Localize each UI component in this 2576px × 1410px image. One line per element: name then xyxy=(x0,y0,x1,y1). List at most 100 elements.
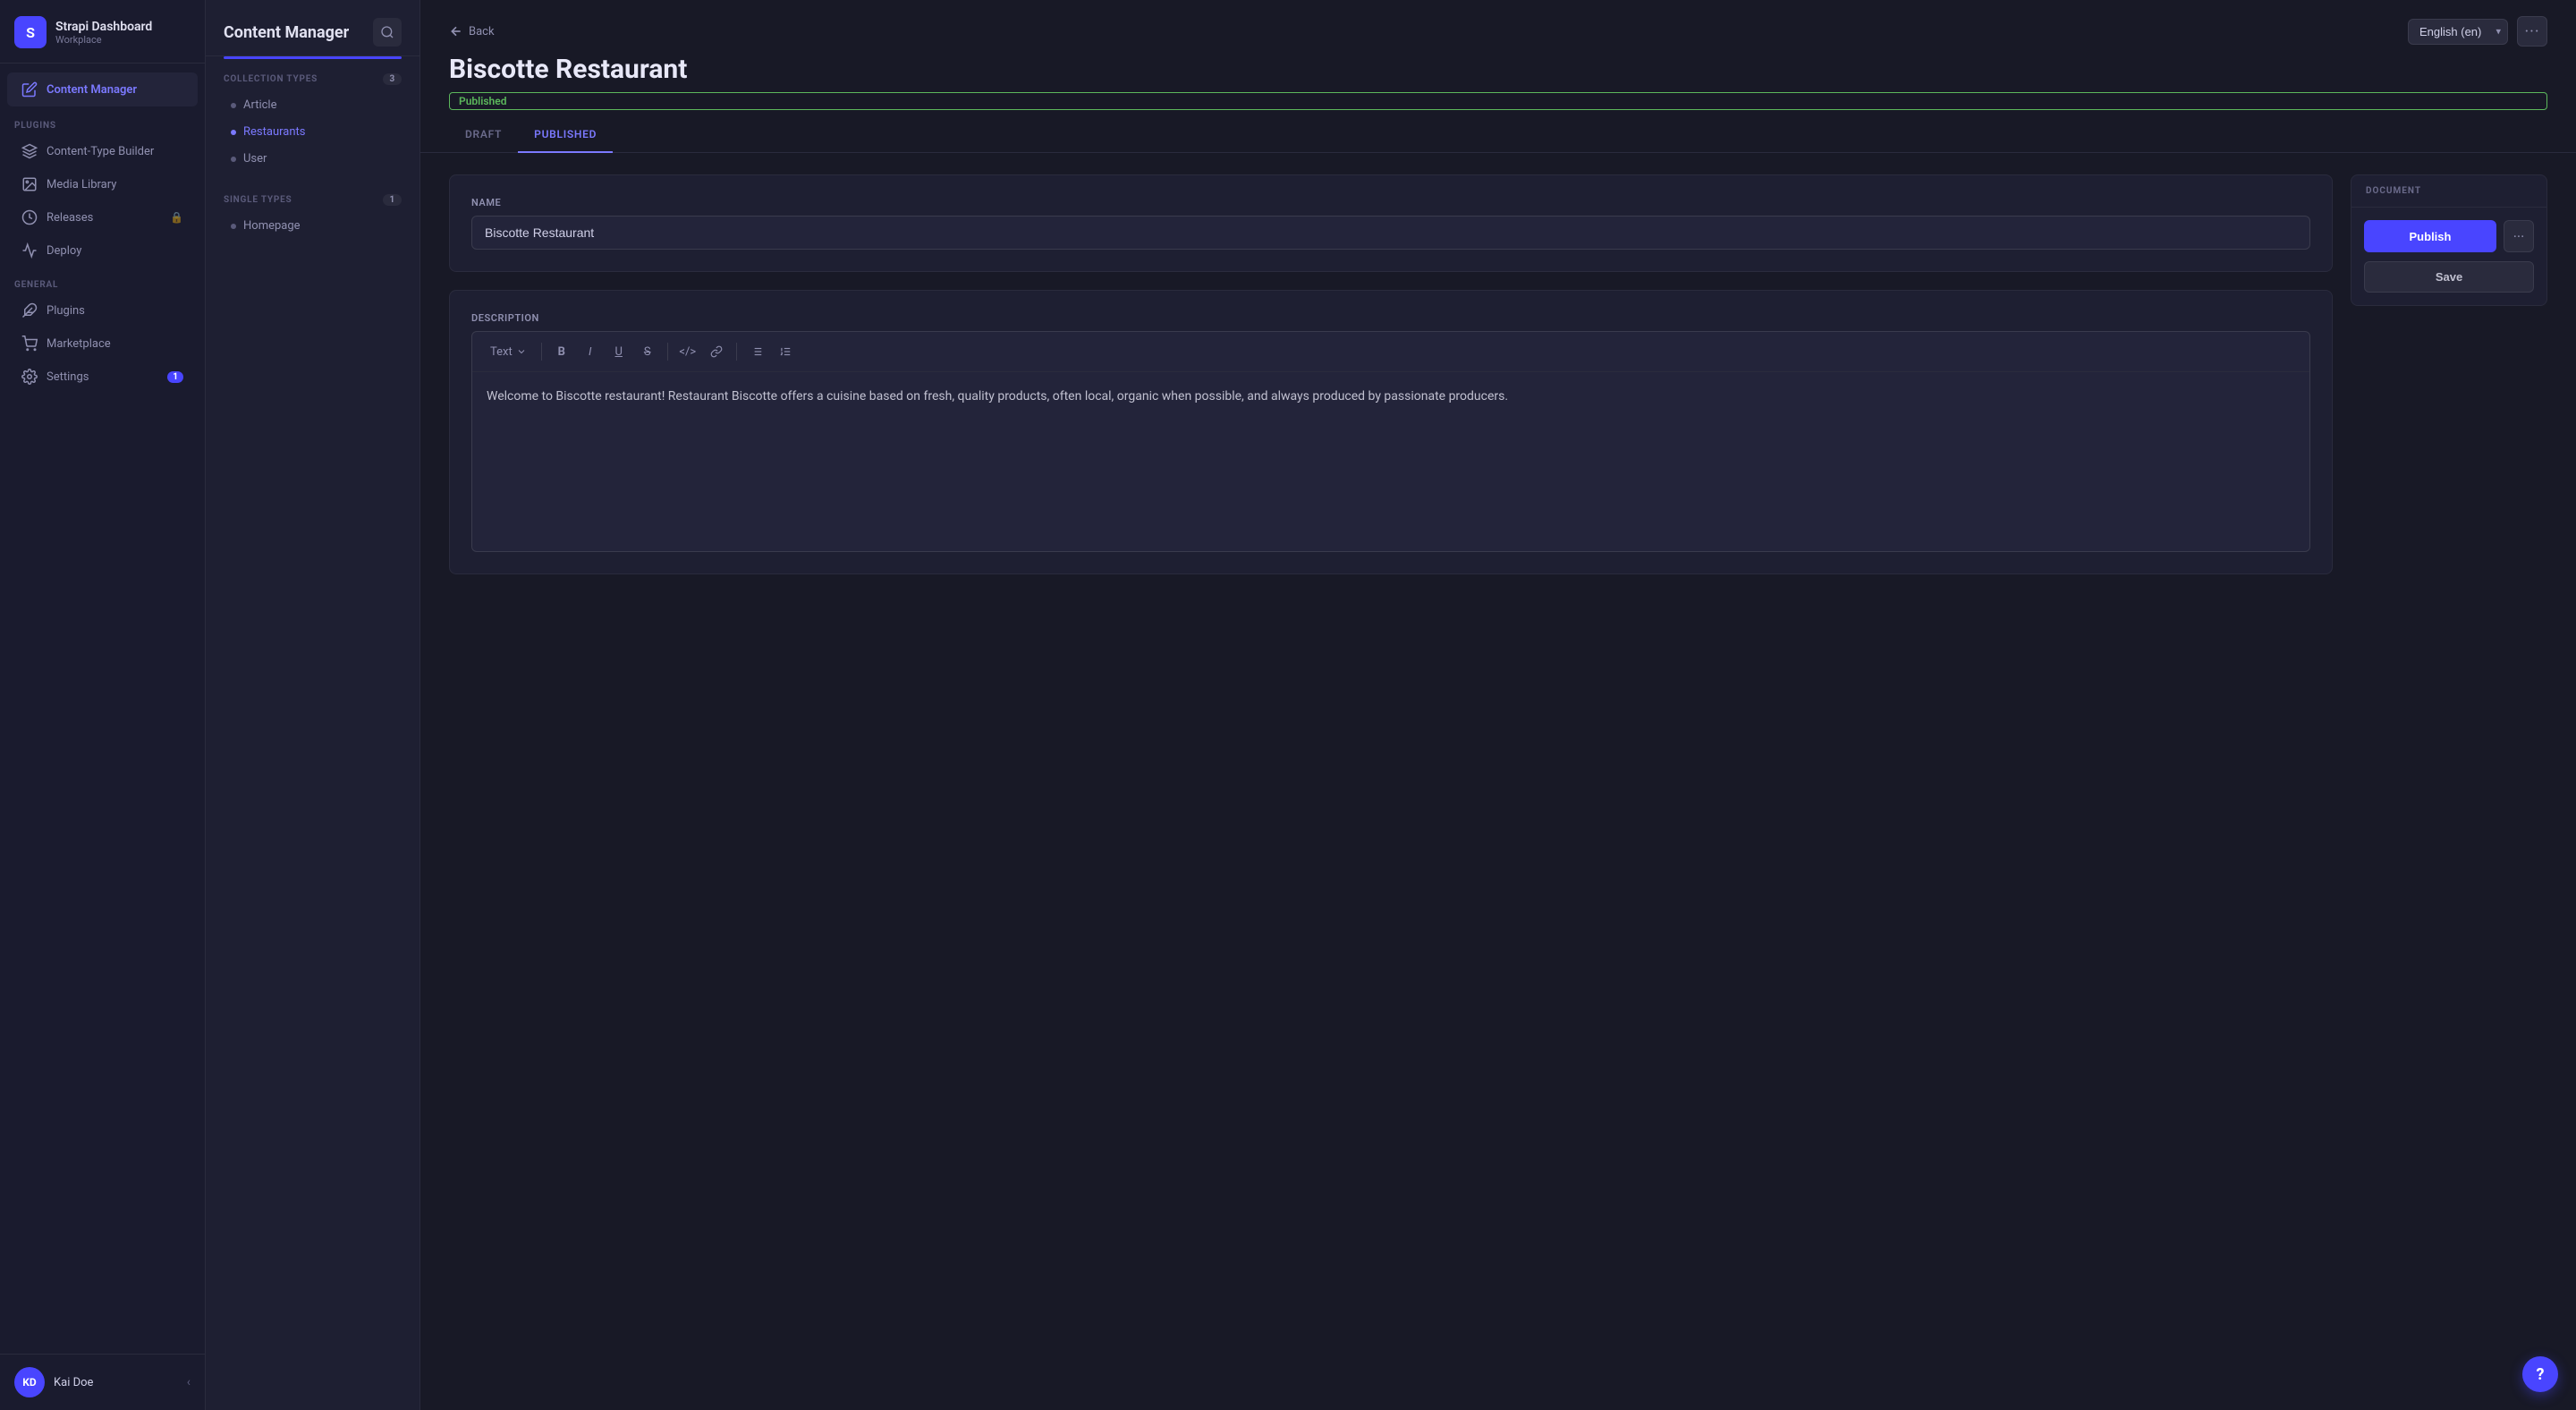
rich-text-editor[interactable]: Text B I U S xyxy=(471,331,2310,552)
document-card: DOCUMENT Publish ··· Save xyxy=(2351,174,2547,306)
sidebar-item-label: Settings xyxy=(47,370,89,384)
content-area: Name Description Text B xyxy=(420,153,2576,1410)
collection-item-homepage[interactable]: Homepage xyxy=(224,213,402,239)
cart-icon xyxy=(21,336,38,352)
description-field-card: Description Text B I xyxy=(449,290,2333,574)
text-format-label: Text xyxy=(490,345,513,359)
page-title: Biscotte Restaurant xyxy=(420,47,2576,85)
more-options-button[interactable]: ··· xyxy=(2517,16,2547,47)
sidebar-item-label: Deploy xyxy=(47,244,81,258)
toolbar-separator xyxy=(541,343,542,361)
code-button[interactable]: </> xyxy=(675,339,700,364)
collection-item-user[interactable]: User xyxy=(224,146,402,172)
document-card-body: Publish ··· Save xyxy=(2351,208,2546,305)
editor-content[interactable]: Welcome to Biscotte restaurant! Restaura… xyxy=(472,372,2309,551)
sidebar-item-content-manager[interactable]: Content Manager xyxy=(7,72,198,106)
back-label: Back xyxy=(469,25,495,38)
deploy-icon xyxy=(21,242,38,259)
sidebar-item-label: Media Library xyxy=(47,178,116,191)
settings-badge: 1 xyxy=(167,371,183,383)
bold-button[interactable]: B xyxy=(549,339,574,364)
main-form: Name Description Text B xyxy=(449,174,2333,1389)
collection-count: 3 xyxy=(383,73,402,85)
publish-button[interactable]: Publish xyxy=(2364,220,2496,252)
topbar-right: English (en) ··· xyxy=(2408,16,2547,47)
unordered-list-button[interactable] xyxy=(744,339,769,364)
link-icon xyxy=(710,345,723,358)
publish-row: Publish ··· xyxy=(2364,220,2534,252)
list-ul-icon xyxy=(750,345,763,358)
sidebar-footer: KD Kai Doe ‹ xyxy=(0,1354,205,1410)
name-field-card: Name xyxy=(449,174,2333,272)
collection-item-restaurants[interactable]: Restaurants xyxy=(224,119,402,145)
single-types-label: SINGLE TYPES 1 xyxy=(224,194,402,206)
dot-icon xyxy=(231,224,236,229)
sidebar-header: S Strapi Dashboard Workplace xyxy=(0,0,205,64)
list-ol-icon xyxy=(779,345,792,358)
lock-icon: 🔒 xyxy=(170,211,183,224)
content-manager-sidebar: Content Manager COLLECTION TYPES 3 Artic… xyxy=(206,0,420,1410)
collapse-sidebar-icon[interactable]: ‹ xyxy=(187,1375,191,1389)
search-button[interactable] xyxy=(373,18,402,47)
description-text: Welcome to Biscotte restaurant! Restaura… xyxy=(487,389,1508,403)
back-button[interactable]: Back xyxy=(449,24,495,38)
dot-icon xyxy=(231,130,236,135)
media-icon xyxy=(21,176,38,192)
settings-icon xyxy=(21,369,38,385)
publish-more-button[interactable]: ··· xyxy=(2504,220,2534,252)
sidebar-item-label: Plugins xyxy=(47,304,85,318)
sidebar-item-marketplace[interactable]: Marketplace xyxy=(7,327,198,360)
second-sidebar-title: Content Manager xyxy=(224,23,349,42)
dot-icon xyxy=(231,103,236,108)
app-name: Strapi Dashboard xyxy=(55,20,152,34)
status-badge: Published xyxy=(449,92,2547,110)
collection-item-article[interactable]: Article xyxy=(224,92,402,118)
releases-icon xyxy=(21,209,38,225)
dot-icon xyxy=(231,157,236,162)
code-label: </> xyxy=(679,345,696,359)
user-avatar[interactable]: KD xyxy=(14,1367,45,1397)
language-select[interactable]: English (en) xyxy=(2408,19,2508,45)
ordered-list-button[interactable] xyxy=(773,339,798,364)
help-button[interactable]: ? xyxy=(2522,1356,2558,1392)
sidebar-item-releases[interactable]: Releases 🔒 xyxy=(7,201,198,234)
strikethrough-button[interactable]: S xyxy=(635,339,660,364)
single-types-section: SINGLE TYPES 1 Homepage xyxy=(206,180,419,247)
save-button[interactable]: Save xyxy=(2364,261,2534,293)
sidebar-item-content-type-builder[interactable]: Content-Type Builder xyxy=(7,135,198,167)
description-label: Description xyxy=(471,312,2310,324)
puzzle-icon xyxy=(21,302,38,319)
app-workspace: Workplace xyxy=(55,34,152,46)
link-button[interactable] xyxy=(704,339,729,364)
name-label: Name xyxy=(471,197,2310,208)
language-selector-wrapper: English (en) xyxy=(2408,19,2508,45)
content-tabs: DRAFT PUBLISHED xyxy=(420,110,2576,153)
main-content: Back English (en) ··· Biscotte Restauran… xyxy=(420,0,2576,1410)
collection-types-label: COLLECTION TYPES 3 xyxy=(224,73,402,85)
collection-item-label: User xyxy=(243,152,267,166)
sidebar-item-label: Releases xyxy=(47,211,93,225)
collection-item-label: Restaurants xyxy=(243,125,305,139)
sidebar-item-media-library[interactable]: Media Library xyxy=(7,168,198,200)
app-logo: S xyxy=(14,16,47,48)
plugins-label: PLUGINS xyxy=(0,108,205,134)
tab-published[interactable]: PUBLISHED xyxy=(518,121,613,153)
text-format-selector[interactable]: Text xyxy=(483,342,534,362)
sidebar-item-plugins[interactable]: Plugins xyxy=(7,294,198,327)
sidebar-item-label: Marketplace xyxy=(47,337,111,351)
name-input[interactable] xyxy=(471,216,2310,250)
sidebar-nav: Content Manager PLUGINS Content-Type Bui… xyxy=(0,64,205,1354)
underline-button[interactable]: U xyxy=(606,339,631,364)
single-count: 1 xyxy=(383,194,402,206)
chevron-down-icon xyxy=(516,346,527,357)
app-info: Strapi Dashboard Workplace xyxy=(55,20,152,46)
sidebar-item-deploy[interactable]: Deploy xyxy=(7,234,198,267)
sidebar: S Strapi Dashboard Workplace Content Man… xyxy=(0,0,206,1410)
tab-draft[interactable]: DRAFT xyxy=(449,121,518,153)
general-label: GENERAL xyxy=(0,268,205,293)
second-sidebar-header: Content Manager xyxy=(206,0,419,56)
sidebar-item-settings[interactable]: Settings 1 xyxy=(7,361,198,393)
italic-button[interactable]: I xyxy=(578,339,603,364)
user-name: Kai Doe xyxy=(54,1376,93,1389)
toolbar-separator-2 xyxy=(667,343,668,361)
